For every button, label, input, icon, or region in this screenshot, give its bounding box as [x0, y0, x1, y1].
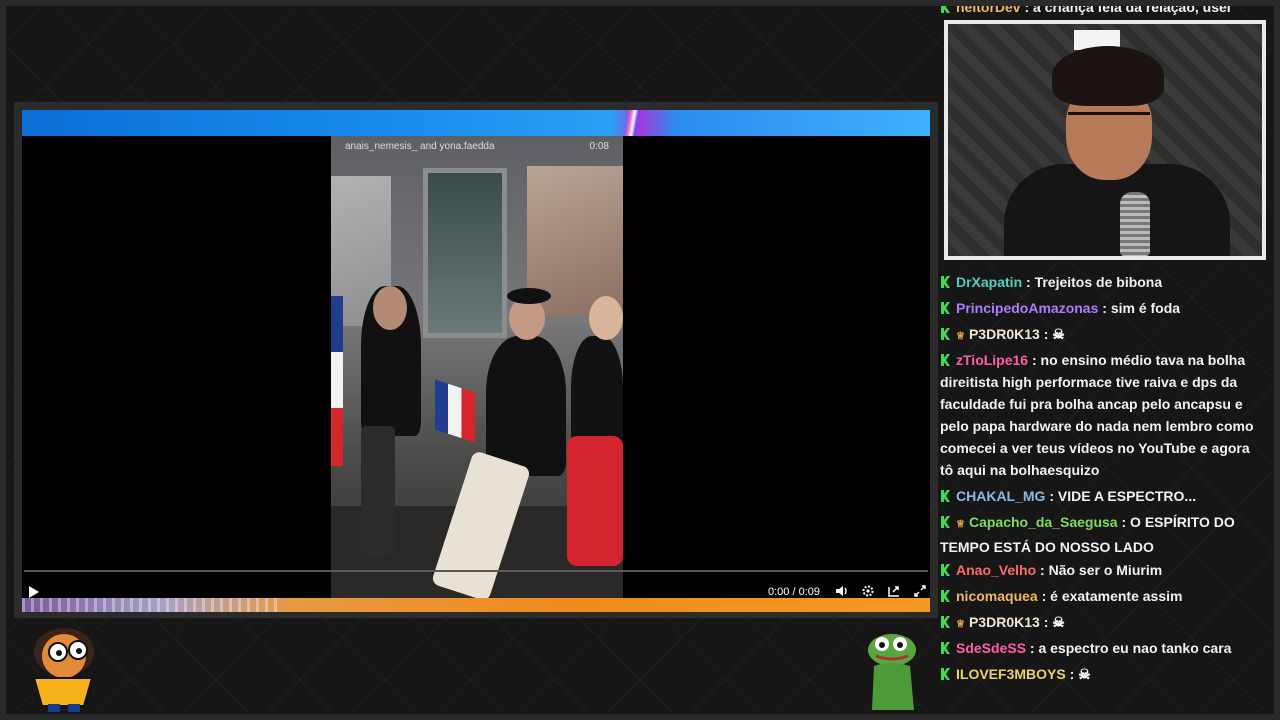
chat-username[interactable]: PrincipedoAmazonas [956, 300, 1098, 316]
chat-message: Anao_Velho : Não ser o Miurim [940, 559, 1260, 581]
chat-message-text: : a criança feia da relação, usei [1024, 0, 1231, 15]
skull-emote-icon: ☠ [1052, 326, 1065, 342]
video-area[interactable]: anais_nemesis_ and yona.faedda 0:08 [22, 136, 930, 598]
video-caption: anais_nemesis_ and yona.faedda [345, 141, 495, 152]
crown-icon: ♕ [956, 331, 965, 342]
k-badge-icon [940, 1, 950, 13]
player-bottom-bar [22, 598, 930, 612]
chat-username[interactable]: P3DR0K13 [969, 326, 1040, 342]
chat-username[interactable]: Capacho_da_Saegusa [969, 514, 1118, 530]
k-badge-icon [940, 490, 950, 502]
chat-username[interactable]: DrXapatin [956, 274, 1022, 290]
time-display: 0:00 / 0:09 [768, 586, 820, 598]
chat-message-text: : no ensino médio tava na bolha direitis… [940, 352, 1254, 478]
crown-icon: ♕ [956, 619, 965, 630]
k-badge-icon [940, 616, 950, 628]
chat-message-text: : [1069, 666, 1075, 682]
chat-message: ♕ P3DR0K13 : ☠ [940, 323, 1260, 348]
k-badge-icon [940, 276, 950, 288]
k-badge-icon [940, 564, 950, 576]
chat-username[interactable]: Anao_Velho [956, 562, 1036, 578]
k-badge-icon [940, 354, 950, 366]
video-frame: anais_nemesis_ and yona.faedda 0:08 [331, 136, 623, 598]
pepe-frog-emote [862, 630, 924, 714]
chat-message: SdeSdeSS : a espectro eu nao tanko cara [940, 637, 1260, 659]
chat-username[interactable]: SdeSdeSS [956, 640, 1026, 656]
chat-message: nicomaquea : é exatamente assim [940, 585, 1260, 607]
chat-message-text: : Não ser o Miurim [1040, 562, 1163, 578]
crown-icon: ♕ [956, 519, 965, 530]
k-badge-icon [940, 516, 950, 528]
chat-message-partial: heitorDev : a criança feia da relação, u… [940, 0, 1260, 18]
chat-username[interactable]: heitorDev [956, 0, 1021, 15]
player-top-bar [22, 110, 930, 136]
chat-username[interactable]: zTioLipe16 [956, 352, 1028, 368]
k-badge-icon [940, 302, 950, 314]
chat-username[interactable]: P3DR0K13 [969, 614, 1040, 630]
chat-message-text: : [1043, 326, 1049, 342]
chat-username[interactable]: ILOVEF3MBOYS [956, 666, 1066, 682]
chat-message-text: : [1043, 614, 1049, 630]
play-icon[interactable] [28, 585, 42, 599]
chat-username[interactable]: CHAKAL_MG [956, 488, 1045, 504]
k-badge-icon [940, 642, 950, 654]
chat-message-text: : sim é foda [1102, 300, 1181, 316]
chat-message-text: : é exatamente assim [1041, 588, 1183, 604]
chat-message-text: : VIDE A ESPECTRO... [1049, 488, 1197, 504]
k-badge-icon [940, 590, 950, 602]
skull-emote-icon: ☠ [1078, 666, 1091, 682]
chat-message: PrincipedoAmazonas : sim é foda [940, 297, 1260, 319]
video-timestamp: 0:08 [589, 141, 609, 152]
chat-message: CHAKAL_MG : VIDE A ESPECTRO... [940, 485, 1260, 507]
mascot-character-left [20, 622, 104, 714]
chat-message: ♕ P3DR0K13 : ☠ [940, 611, 1260, 636]
k-badge-icon [940, 668, 950, 680]
chat-message: DrXapatin : Trejeitos de bibona [940, 271, 1260, 293]
chat-panel: heitorDev : a criança feia da relação, u… [940, 0, 1270, 700]
skull-emote-icon: ☠ [1052, 614, 1065, 630]
chat-message-text: : Trejeitos de bibona [1026, 274, 1163, 290]
chat-message: ILOVEF3MBOYS : ☠ [940, 663, 1260, 685]
progress-bar[interactable] [24, 570, 928, 572]
chat-message-text: : a espectro eu nao tanko cara [1029, 640, 1232, 656]
chat-message: zTioLipe16 : no ensino médio tava na bol… [940, 349, 1260, 481]
k-badge-icon [940, 328, 950, 340]
chat-message: ♕ Capacho_da_Saegusa : O ESPÍRITO DO TEMP… [940, 511, 1260, 558]
chat-username[interactable]: nicomaquea [956, 588, 1038, 604]
